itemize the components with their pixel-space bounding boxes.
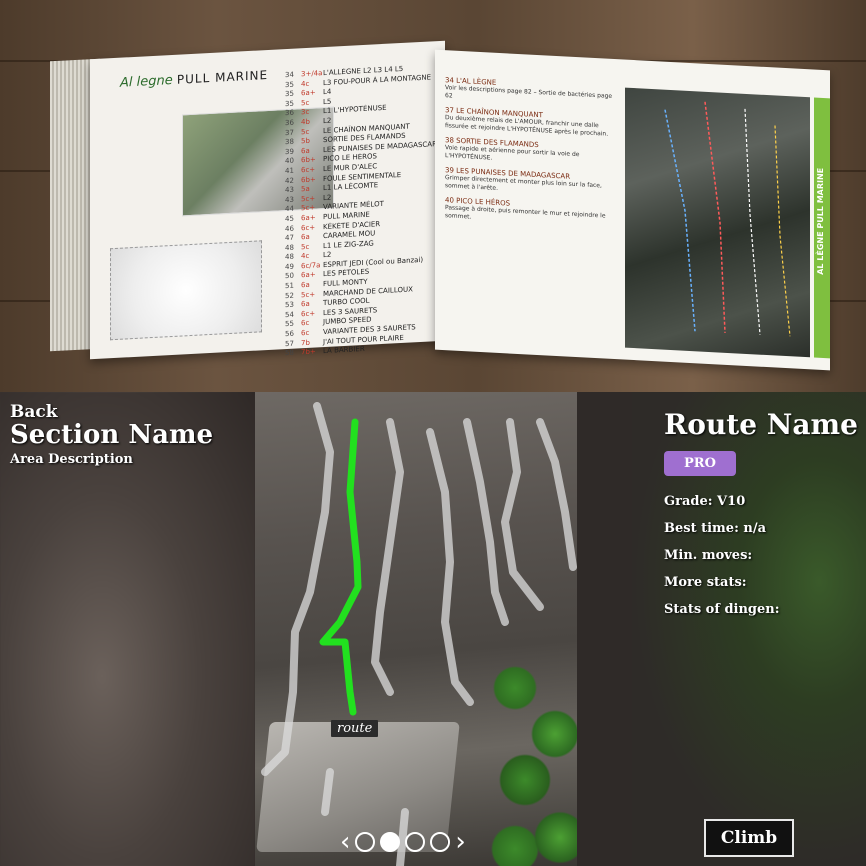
stat-grade: Grade: V10 — [664, 494, 746, 509]
pager-dot[interactable] — [355, 832, 376, 852]
stat-stats-of-dingen: Stats of dingen: — [664, 602, 780, 617]
route-line-other — [261, 402, 334, 776]
route-list: 34 3+/4aL'ALLÈGNE L2 L3 L4 L5 35 4c L3 FOU-P… — [285, 63, 435, 359]
route-viewer-app: Back Section Name Area Description route… — [0, 392, 866, 866]
chapter-band: AL LÈGNE PULL MARINE — [814, 97, 830, 359]
pager-dot-active[interactable] — [380, 832, 401, 852]
area-description: Area Description — [10, 452, 133, 467]
book-left-page: Al legne PULL MARINE 34 3+/4aL'ALLÈGNE L2… — [90, 40, 445, 360]
back-button[interactable]: Back — [10, 402, 213, 422]
route-info-panel: Route Name PRO Grade: V10 Best time: n/a… — [664, 408, 858, 617]
climb-button[interactable]: Climb — [704, 819, 794, 857]
chevron-left-icon[interactable]: ‹ — [340, 829, 350, 855]
book-right-page: 34 L'AL LÈGNE Voir les descriptions page … — [435, 49, 830, 371]
route-name: Route Name — [664, 408, 858, 441]
stat-min-moves: Min. moves: — [664, 548, 753, 563]
stat-more-stats: More stats: — [664, 575, 747, 590]
pager-dot[interactable] — [430, 832, 451, 852]
guidebook: Al legne PULL MARINE 34 3+/4aL'ALLÈGNE L2… — [10, 20, 850, 371]
pager-dot[interactable] — [405, 832, 426, 852]
route-line-other — [371, 418, 404, 696]
topo-photo — [625, 87, 810, 358]
pro-badge: PRO — [664, 451, 736, 476]
route-label[interactable]: route — [331, 720, 379, 737]
route-stats: Grade: V10 Best time: n/a Min. moves: Mo… — [664, 494, 858, 617]
route-descriptions: 34 L'AL LÈGNE Voir les descriptions page … — [445, 70, 620, 229]
guidebook-photo: Al legne PULL MARINE 34 3+/4aL'ALLÈGNE L2… — [0, 0, 866, 392]
book-left-page-title: Al legne PULL MARINE — [120, 67, 269, 91]
route-line-other — [426, 428, 474, 706]
route-pager: ‹ › — [340, 829, 466, 855]
route-line-other — [463, 418, 509, 626]
route-wall-view[interactable]: route ‹ › — [255, 392, 577, 866]
route-line-other — [321, 768, 334, 816]
route-line-other — [536, 418, 577, 571]
section-header: Back Section Name Area Description — [10, 402, 213, 467]
route-lines — [261, 402, 577, 866]
area-map — [110, 240, 262, 341]
route-line-other — [501, 418, 544, 611]
chevron-right-icon[interactable]: › — [455, 829, 465, 855]
stat-best-time: Best time: n/a — [664, 521, 767, 536]
section-name: Section Name — [10, 420, 213, 450]
